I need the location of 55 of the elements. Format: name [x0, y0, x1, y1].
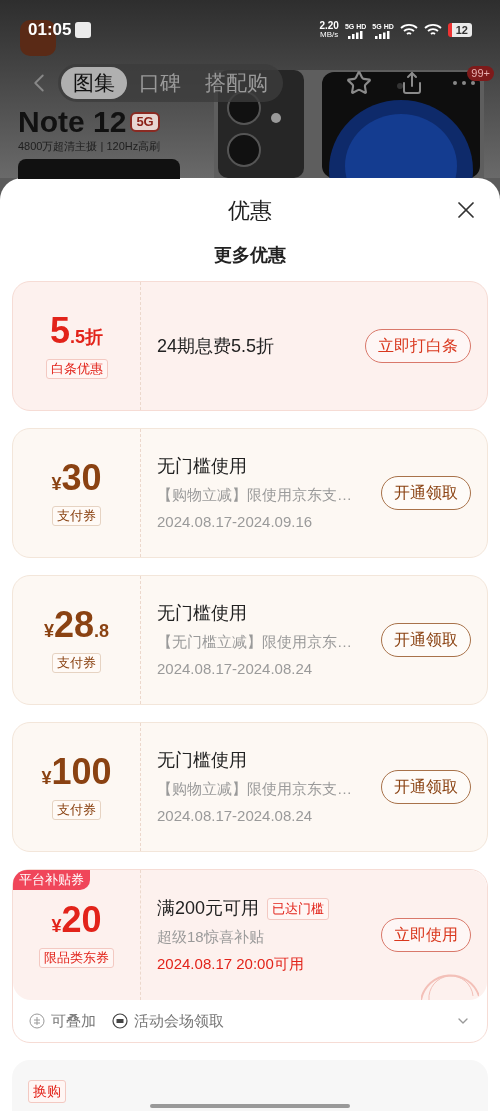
coupon-amount: 5.5折 [49, 313, 103, 351]
network-speed: 2.20 [319, 21, 339, 30]
coupon-description: 【无门槛立减】限使用京东… [157, 632, 353, 652]
more-icon[interactable] [452, 80, 476, 86]
coupon-amount: ¥20 [51, 902, 102, 940]
exchange-tag: 换购 [28, 1080, 66, 1103]
coupon-action-button[interactable]: 开通领取 [381, 476, 471, 510]
network-speed-unit: MB/s [320, 30, 339, 39]
coupon-type-tag: 限品类东券 [39, 948, 114, 968]
signal-icon [347, 30, 364, 39]
threshold-badge: 已达门槛 [267, 897, 330, 920]
coupon-validity: 2024.08.17 20:00可用 [157, 953, 305, 974]
coupon-type-tag: 支付券 [52, 653, 101, 673]
coupon-action-button[interactable]: 立即打白条 [365, 329, 471, 363]
coupon-amount: ¥28.8 [43, 607, 110, 645]
coupon-validity: 2024.08.17-2024.08.24 [157, 805, 314, 826]
coupon-type-tag: 支付券 [52, 506, 101, 526]
coupon-description: 【购物立减】限使用京东支… [157, 779, 353, 799]
coupon-title: 无门槛使用 [157, 749, 247, 772]
stack-icon [29, 1013, 45, 1029]
favorite-icon[interactable] [346, 70, 372, 96]
wifi-icon [423, 23, 442, 37]
notification-icon [75, 22, 92, 38]
section-title: 更多优惠 [214, 244, 286, 267]
sheet-title: 优惠 [228, 196, 272, 225]
signal-icon [375, 30, 392, 39]
coupon-amount: ¥30 [51, 460, 102, 498]
coupon-title: 24期息费5.5折 [157, 334, 275, 358]
coupon-title: 无门槛使用 [157, 602, 247, 625]
ticket-icon [112, 1013, 128, 1029]
notification-badge: 99+ [467, 66, 494, 81]
product-tab[interactable]: 搭配购 [193, 67, 280, 99]
wifi-icon [399, 23, 418, 37]
model-tag: 5G [130, 112, 160, 132]
venue-label: 活动会场领取 [134, 1010, 224, 1031]
coupon-type-tag: 白条优惠 [45, 359, 108, 379]
coupon-validity: 2024.08.17-2024.09.16 [157, 511, 314, 532]
share-icon[interactable] [400, 71, 424, 95]
coupon-action-button[interactable]: 立即使用 [381, 918, 471, 952]
product-tab[interactable]: 图集 [61, 67, 127, 99]
coupon-title: 无门槛使用 [157, 455, 247, 478]
coupon-validity: 2024.08.17-2024.08.24 [157, 658, 314, 679]
product-tab[interactable]: 口碑 [127, 67, 193, 99]
coupon-type-tag: 支付券 [52, 800, 101, 820]
coupon-description: 【购物立减】限使用京东支… [157, 485, 353, 505]
coupon-action-button[interactable]: 开通领取 [381, 623, 471, 657]
coupon-description: 超级18惊喜补贴 [157, 927, 265, 947]
clock: 01:05 [28, 19, 72, 42]
battery-indicator: 12 [447, 23, 472, 37]
coupon-amount: ¥100 [41, 754, 112, 792]
coupon-title: 满200元可用 [157, 897, 260, 920]
coupon-ribbon: 平台补贴券 [13, 870, 90, 890]
stackable-label: 可叠加 [51, 1010, 96, 1031]
coupon-action-button[interactable]: 开通领取 [381, 770, 471, 804]
model-name: Note 12 [18, 106, 127, 138]
